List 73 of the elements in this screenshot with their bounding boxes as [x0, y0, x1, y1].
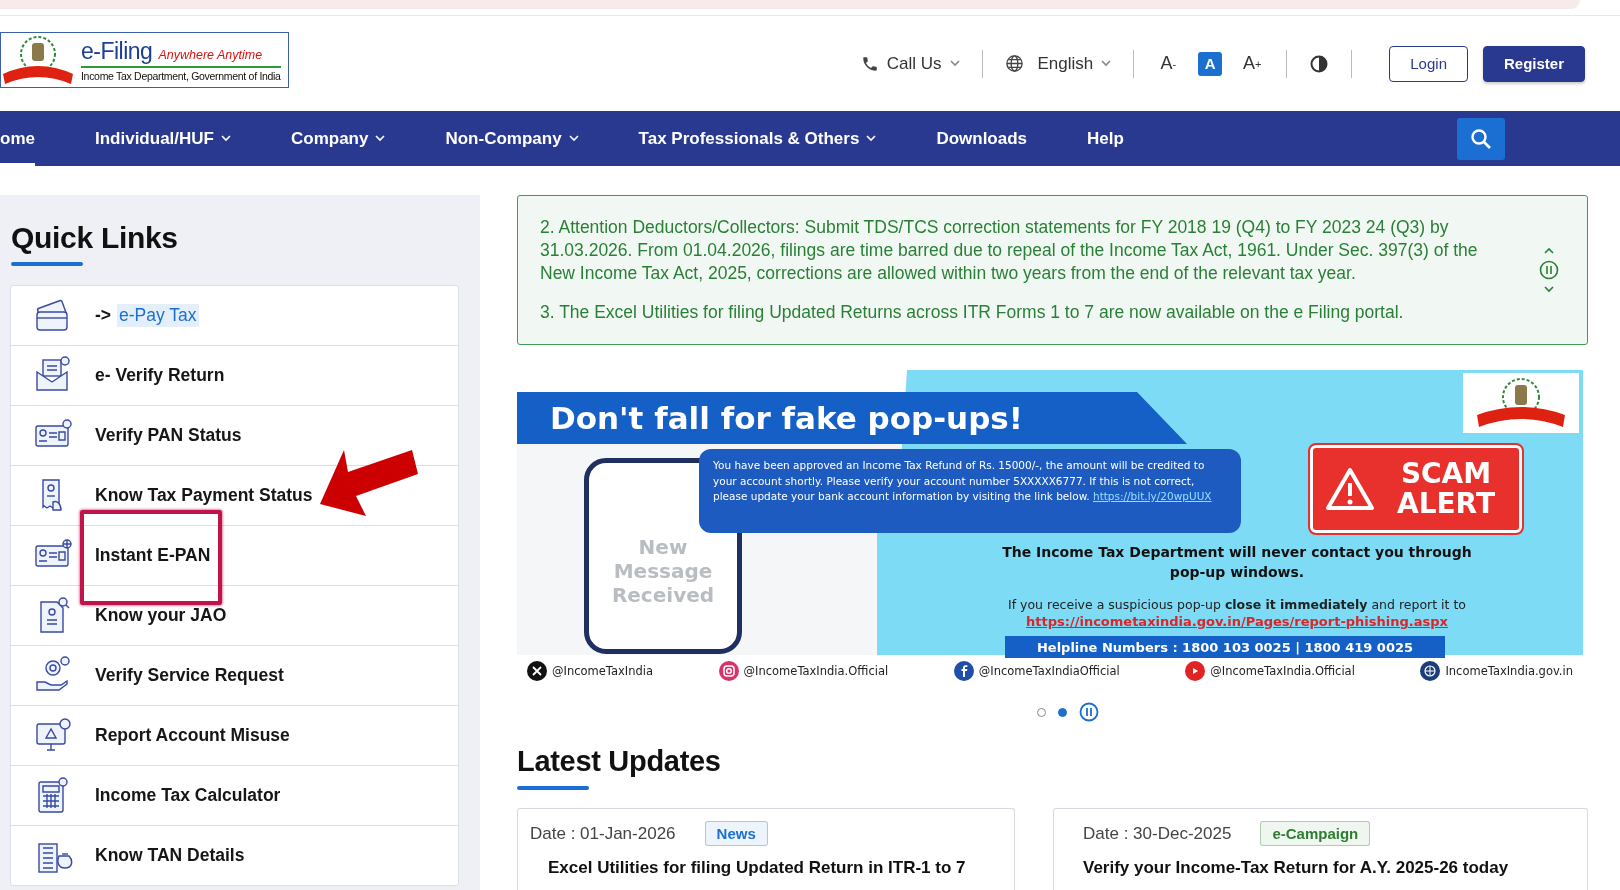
category-tag: e-Campaign — [1260, 821, 1371, 846]
contrast-icon[interactable] — [1309, 53, 1330, 74]
category-tag: News — [704, 821, 768, 846]
quick-link[interactable]: Know Tax Payment Status — [95, 485, 313, 506]
helpline-bar: Helpline Numbers : 1800 103 0025 | 1800 419 0025 — [1005, 636, 1445, 658]
call-us-dropdown[interactable]: Call Us — [860, 53, 960, 74]
update-card[interactable]: Date : 30-Dec-2025 e-Campaign Verify your Income-Tax Return for A.Y. 2025-26 today — [1053, 808, 1588, 890]
chevron-down-icon — [1101, 60, 1112, 67]
globe-icon — [1004, 54, 1024, 73]
social-handle: @IncomeTaxIndiaOfficial — [978, 664, 1120, 678]
emblem-icon — [1, 33, 75, 86]
phone-icon — [860, 54, 879, 73]
font-size-button[interactable]: A — [1198, 51, 1223, 76]
quick-link[interactable]: Report Account Misuse — [95, 725, 290, 746]
search-button[interactable] — [1457, 117, 1505, 160]
quick-link[interactable]: Instant E-PAN — [95, 545, 211, 566]
scam-alert-sign: SCAM ALERT — [1310, 445, 1522, 533]
banner-headline: Don't fall for fake pop-ups! — [517, 392, 1187, 444]
chevron-down-icon — [1544, 286, 1554, 293]
language-dropdown[interactable]: English — [1004, 53, 1112, 74]
login-button[interactable]: Login — [1389, 45, 1468, 82]
site-logo[interactable]: e-Filing Anywhere Anytime Income Tax Department, Government of India — [0, 31, 289, 88]
quick-link[interactable]: Know TAN Details — [95, 845, 245, 866]
facebook-icon — [953, 661, 974, 681]
nav-tab[interactable]: Individual/HUF — [94, 111, 231, 166]
chevron-up-icon — [1544, 247, 1554, 254]
nav-tab[interactable]: Non-Company — [445, 111, 579, 166]
carousel-dot[interactable] — [1057, 707, 1067, 717]
notice-text: 3. The Excel Utilities for filing Updated Returns across ITR Forms 1 to 7 are now available on the e Filing portal. — [540, 301, 1405, 324]
update-headline[interactable]: Verify your Income-Tax Return for A.Y. 2025-26 today — [1083, 858, 1575, 878]
warning-icon — [1325, 466, 1375, 512]
pause-icon[interactable] — [1539, 260, 1559, 280]
quick-link[interactable]: e- Verify Return — [95, 365, 225, 386]
nav-tab[interactable]: Downloads — [936, 111, 1028, 166]
message-bubble: You have been approved an Income Tax Refund of Rs. 15000/-, the amount will be credited to your account shortly. Please verify your account number 5XXXXX6777. If this is not correct, please update your bank account information by visiting the link below. https://bit.ly/20wpUUX — [699, 449, 1241, 533]
section-title: Quick Links — [10, 221, 179, 255]
logo-title: e-Filing — [81, 37, 153, 65]
search-icon — [1470, 127, 1492, 150]
report-text: If you receive a suspicious pop-up close it immediately and report it to — [1007, 597, 1467, 612]
play-icon — [1185, 661, 1206, 681]
nav-tab[interactable]: Help — [1087, 111, 1124, 166]
notice-text: 2. Attention Deductors/Collectors: Submit TDS/TCS correction statements for FY 2018 19 (Q4) to FY 2023 24 (Q3) by 31.03.2026. From 01.04.2026, filings are time barred due to repeal of the Income Tax Act, 1961. Under Sec. 397(3) of the New Income Tax Act, 2025, corrections are allowed within two years from the end of the relevant tax year. — [540, 216, 1479, 285]
nav-tab[interactable]: Tax Professionals & Others — [638, 111, 877, 166]
chevron-down-icon — [949, 60, 960, 67]
quick-link[interactable]: Income Tax Calculator — [95, 785, 281, 806]
update-headline[interactable]: Excel Utilities for filing Updated Return in ITR-1 to 7 — [530, 858, 1002, 878]
logo-subtitle: Income Tax Department, Government of India — [81, 69, 281, 82]
quick-link[interactable]: Know your JAO — [95, 605, 227, 626]
phone-screen-text: New Message Received — [610, 535, 716, 607]
quick-link[interactable]: Verify PAN Status — [95, 425, 242, 446]
quick-link[interactable]: e-Pay Tax — [117, 304, 199, 327]
globe-icon — [1420, 661, 1441, 681]
x-icon — [527, 661, 547, 681]
social-handle: @IncomeTaxIndia.Official — [1210, 664, 1355, 678]
update-card[interactable]: Date : 01-Jan-2026 News Excel Utilities for filing Updated Return in ITR-1 to 7 — [517, 808, 1015, 890]
carousel-dot[interactable] — [1036, 707, 1046, 717]
update-date: Date : 30-Dec-2025 — [1083, 823, 1232, 844]
camera-icon — [718, 661, 739, 681]
social-handle: @IncomeTaxIndia — [552, 664, 653, 678]
emblem-icon — [1463, 373, 1579, 433]
social-handle: @IncomeTaxIndia.Official — [743, 664, 889, 678]
logo-tagline: Anywhere Anytime — [158, 47, 263, 62]
quick-link[interactable]: Verify Service Request — [95, 665, 284, 686]
nav-tab[interactable]: ome — [0, 111, 35, 166]
bubble-link[interactable]: https://bit.ly/20wpUUX — [1093, 490, 1212, 502]
section-title: Latest Updates — [517, 745, 722, 778]
register-button[interactable]: Register — [1482, 45, 1585, 82]
pause-icon[interactable] — [1078, 702, 1099, 722]
warning-text: The Income Tax Department will never contact you through pop-up windows. — [1001, 543, 1473, 582]
social-handle: IncomeTaxIndia.gov.in — [1445, 664, 1573, 678]
arrow-text: -> — [95, 305, 112, 326]
update-date: Date : 01-Jan-2026 — [530, 823, 676, 844]
nav-tab[interactable]: Company — [290, 111, 386, 166]
